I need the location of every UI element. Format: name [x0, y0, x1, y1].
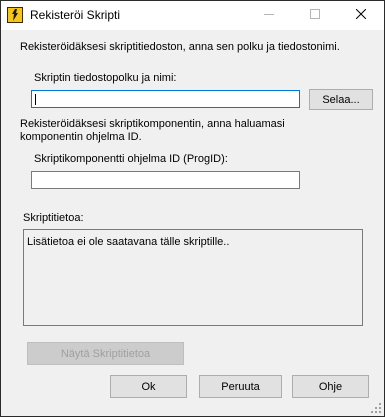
script-info-box: Lisätietoa ei ole saatavana tälle skript…	[23, 229, 363, 326]
text-caret	[35, 94, 36, 105]
progid-label: Skriptikomponentti ohjelma ID (ProgID):	[34, 153, 228, 165]
browse-button[interactable]: Selaa...	[309, 89, 373, 110]
resize-grip-icon[interactable]	[370, 402, 382, 414]
script-register-icon	[7, 7, 23, 23]
cancel-button[interactable]: Peruuta	[199, 375, 282, 398]
minimize-button[interactable]	[246, 1, 292, 30]
cancel-button-label: Peruuta	[221, 380, 260, 393]
progid-input[interactable]	[31, 171, 300, 189]
window-title: Rekisteröi Skripti	[30, 8, 121, 22]
script-path-input[interactable]	[31, 90, 300, 108]
script-info-label: Skriptitietoa:	[23, 212, 84, 224]
show-script-info-button[interactable]: Näytä Skriptitietoa	[27, 342, 184, 365]
show-script-info-label: Näytä Skriptitietoa	[60, 347, 151, 360]
maximize-button[interactable]	[292, 1, 338, 30]
help-button-label: Ohje	[318, 380, 343, 393]
maximize-icon	[310, 9, 320, 22]
register-script-dialog: Rekisteröi Skripti Rekisteröidäksesi skr…	[0, 0, 385, 417]
title-bar[interactable]: Rekisteröi Skripti	[1, 1, 384, 30]
intro-text: Rekisteröidäksesi skriptitiedoston, anna…	[20, 41, 340, 53]
path-label: Skriptin tiedostopolku ja nimi:	[34, 72, 177, 84]
ok-button[interactable]: Ok	[110, 375, 187, 398]
component-description-line2: komponentin ohjelma ID.	[20, 131, 142, 143]
close-icon	[355, 8, 367, 22]
close-button[interactable]	[338, 1, 384, 30]
help-button[interactable]: Ohje	[292, 375, 369, 398]
script-info-text: Lisätietoa ei ole saatavana tälle skript…	[27, 236, 230, 248]
minimize-icon	[264, 9, 274, 22]
ok-button-label: Ok	[141, 380, 156, 393]
browse-button-label: Selaa...	[322, 93, 360, 106]
component-description-line1: Rekisteröidäksesi skriptikomponentin, an…	[20, 118, 285, 130]
